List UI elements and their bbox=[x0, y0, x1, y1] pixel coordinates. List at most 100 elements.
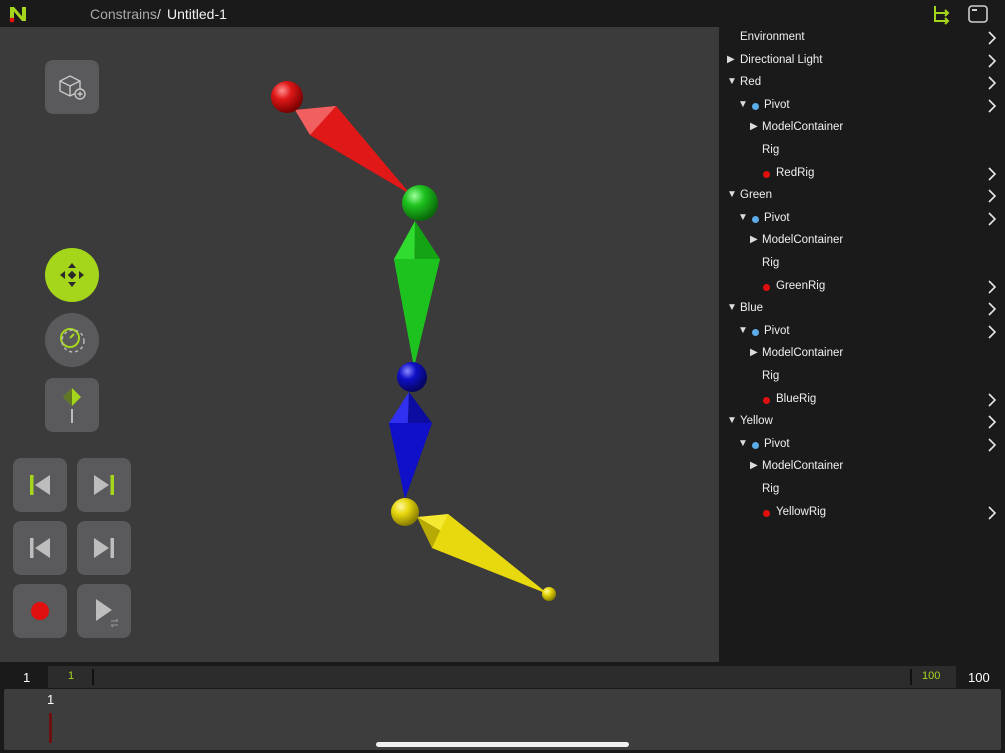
play-loop-button[interactable] bbox=[77, 584, 131, 638]
hierarchy-row[interactable]: Environment bbox=[719, 27, 1005, 49]
hierarchy-row-label: RedRig bbox=[776, 166, 815, 179]
document-title[interactable]: Untitled-1 bbox=[167, 6, 227, 22]
previous-key-button[interactable] bbox=[13, 521, 67, 575]
chevron-right-icon[interactable] bbox=[987, 279, 997, 295]
chevron-right-icon[interactable] bbox=[987, 505, 997, 521]
hierarchy-row[interactable]: GreenRig bbox=[719, 276, 1005, 298]
collapsed-triangle-icon[interactable]: ▶ bbox=[750, 347, 758, 358]
timeline-range-track[interactable]: 1 100 bbox=[48, 666, 956, 688]
hierarchy-row[interactable]: Rig bbox=[719, 479, 1005, 501]
chevron-right-icon[interactable] bbox=[987, 30, 997, 46]
hierarchy-row[interactable]: ▶ ModelContainer bbox=[719, 230, 1005, 252]
hierarchy-row[interactable]: ▼ Green bbox=[719, 185, 1005, 207]
chevron-right-icon[interactable] bbox=[987, 301, 997, 317]
hierarchy-row-label: Environment bbox=[740, 31, 805, 43]
chevron-right-icon[interactable] bbox=[987, 414, 997, 430]
chevron-right-icon[interactable] bbox=[987, 98, 997, 114]
hierarchy-row[interactable]: ▼ Blue bbox=[719, 298, 1005, 320]
chevron-right-icon[interactable] bbox=[987, 211, 997, 227]
current-frame-label: 1 bbox=[47, 692, 55, 707]
hierarchy-row[interactable]: ▼ Pivot bbox=[719, 434, 1005, 456]
go-to-end-button[interactable] bbox=[77, 458, 131, 512]
yellow-joint[interactable] bbox=[391, 498, 419, 526]
expanded-triangle-icon[interactable]: ▼ bbox=[727, 415, 737, 426]
yellow-bone[interactable] bbox=[417, 514, 548, 594]
collapsed-triangle-icon[interactable]: ▶ bbox=[750, 460, 758, 471]
rotate-icon bbox=[60, 328, 85, 353]
hierarchy-row-label: Rig bbox=[762, 144, 780, 156]
hierarchy-row[interactable]: YellowRig bbox=[719, 502, 1005, 524]
keyframe-lane[interactable]: 1 bbox=[4, 689, 1001, 750]
hierarchy-row[interactable]: ▼ Pivot bbox=[719, 208, 1005, 230]
go-to-start-button[interactable] bbox=[13, 458, 67, 512]
expanded-triangle-icon[interactable]: ▼ bbox=[727, 302, 737, 313]
expanded-triangle-icon[interactable]: ▼ bbox=[738, 438, 748, 449]
blue-bone[interactable] bbox=[389, 392, 432, 499]
expanded-triangle-icon[interactable]: ▼ bbox=[727, 76, 737, 87]
range-start-handle[interactable] bbox=[92, 669, 94, 685]
yellow-end-joint[interactable] bbox=[542, 587, 556, 601]
expanded-triangle-icon[interactable]: ▼ bbox=[738, 325, 748, 336]
chevron-right-icon[interactable] bbox=[987, 324, 997, 340]
breadcrumb-project[interactable]: Constrains bbox=[90, 6, 157, 22]
green-joint[interactable] bbox=[402, 185, 438, 221]
hierarchy-row-label: Directional Light bbox=[740, 53, 823, 66]
window-panel-icon[interactable] bbox=[967, 3, 989, 25]
hierarchy-row[interactable]: ▶ ModelContainer bbox=[719, 343, 1005, 365]
chevron-right-icon[interactable] bbox=[987, 437, 997, 453]
status-dot-icon bbox=[752, 441, 759, 449]
hierarchy-row[interactable]: ▼ Pivot bbox=[719, 321, 1005, 343]
collapsed-triangle-icon[interactable]: ▶ bbox=[727, 54, 735, 65]
hierarchy-row[interactable]: BlueRig bbox=[719, 389, 1005, 411]
status-dot-icon bbox=[752, 102, 759, 110]
hierarchy-row-label: ModelContainer bbox=[762, 234, 844, 247]
expanded-triangle-icon[interactable]: ▼ bbox=[738, 212, 748, 223]
playhead[interactable] bbox=[49, 713, 52, 743]
hierarchy-row[interactable]: RedRig bbox=[719, 163, 1005, 185]
status-dot-icon bbox=[763, 509, 770, 517]
chevron-right-icon[interactable] bbox=[987, 188, 997, 204]
hierarchy-row[interactable]: ▶ ModelContainer bbox=[719, 117, 1005, 139]
expanded-triangle-icon[interactable]: ▼ bbox=[738, 99, 748, 110]
chevron-right-icon[interactable] bbox=[987, 166, 997, 182]
hierarchy-row-label: ModelContainer bbox=[762, 121, 844, 134]
move-tool-button[interactable] bbox=[45, 248, 99, 302]
red-bone[interactable] bbox=[295, 106, 410, 194]
hierarchy-row[interactable]: ▼ Red bbox=[719, 72, 1005, 94]
red-joint[interactable] bbox=[271, 81, 303, 113]
chevron-right-icon[interactable] bbox=[987, 392, 997, 408]
timeline-start-frame[interactable]: 1 bbox=[23, 670, 30, 685]
green-bone[interactable] bbox=[394, 221, 440, 367]
chevron-right-icon[interactable] bbox=[987, 75, 997, 91]
status-dot-icon bbox=[763, 283, 770, 291]
hierarchy-tree-icon[interactable] bbox=[931, 3, 953, 25]
timeline-range-end: 100 bbox=[922, 670, 941, 682]
viewport-3d[interactable] bbox=[0, 27, 719, 662]
hierarchy-row-label: Pivot bbox=[764, 437, 790, 450]
hierarchy-row[interactable]: ▼ Yellow bbox=[719, 411, 1005, 433]
hierarchy-row-label: GreenRig bbox=[776, 279, 826, 292]
chevron-right-icon[interactable] bbox=[987, 53, 997, 69]
next-key-button[interactable] bbox=[77, 521, 131, 575]
add-object-button[interactable] bbox=[45, 60, 99, 114]
move-arrows-icon bbox=[60, 263, 84, 287]
status-dot-icon bbox=[763, 396, 770, 404]
hierarchy-row[interactable]: ▶ Directional Light bbox=[719, 50, 1005, 72]
expanded-triangle-icon[interactable]: ▼ bbox=[727, 189, 737, 200]
rotate-tool-button[interactable] bbox=[45, 313, 99, 367]
timeline-end-frame[interactable]: 100 bbox=[968, 670, 990, 685]
home-indicator[interactable] bbox=[376, 742, 629, 747]
collapsed-triangle-icon[interactable]: ▶ bbox=[750, 234, 758, 245]
hierarchy-row[interactable]: ▼ Pivot bbox=[719, 95, 1005, 117]
record-button[interactable] bbox=[13, 584, 67, 638]
hierarchy-row[interactable]: Rig bbox=[719, 140, 1005, 162]
range-end-handle[interactable] bbox=[910, 669, 912, 685]
blue-joint[interactable] bbox=[397, 362, 427, 392]
hierarchy-row[interactable]: Rig bbox=[719, 253, 1005, 275]
app-logo-icon[interactable] bbox=[8, 4, 28, 24]
hierarchy-row[interactable]: ▶ ModelContainer bbox=[719, 456, 1005, 478]
timeline-range-start: 1 bbox=[68, 670, 75, 682]
collapsed-triangle-icon[interactable]: ▶ bbox=[750, 121, 758, 132]
hierarchy-row[interactable]: Rig bbox=[719, 366, 1005, 388]
keyframe-tool-button[interactable] bbox=[45, 378, 99, 432]
